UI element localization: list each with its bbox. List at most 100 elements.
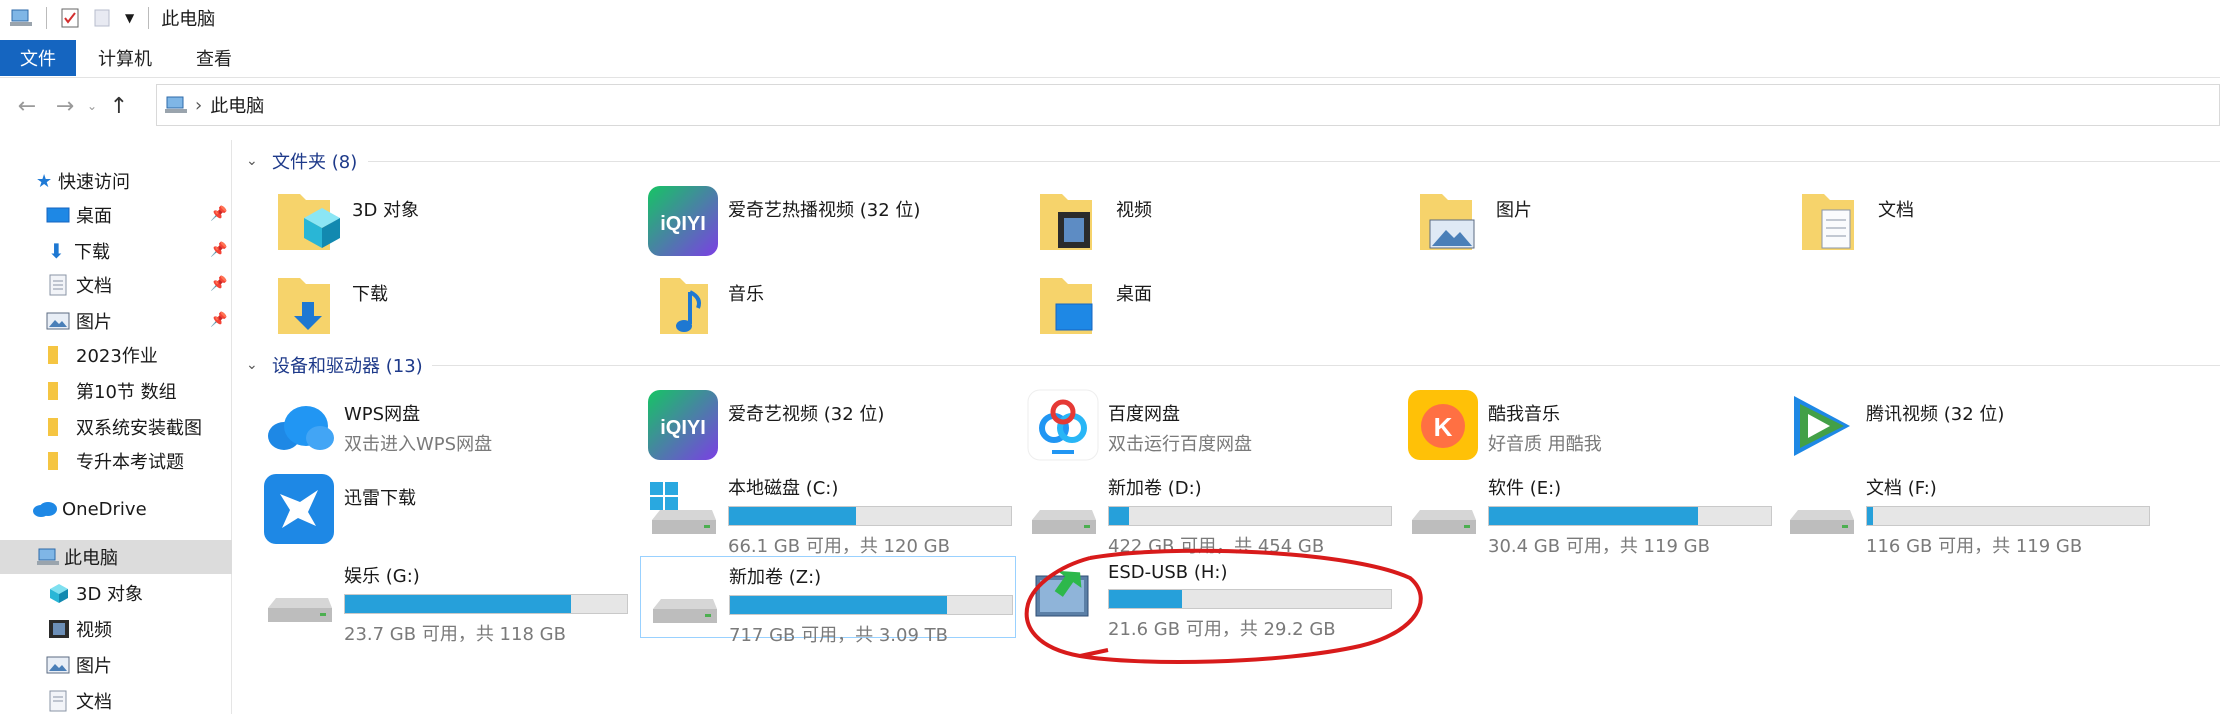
sidebar-item-3d-objects[interactable]: 3D 对象: [0, 576, 232, 610]
pin-icon[interactable]: 📌: [210, 242, 227, 258]
drive-free-space: 30.4 GB 可用，共 119 GB: [1488, 536, 1710, 557]
video-icon: [49, 620, 69, 638]
folder-icon: [48, 418, 58, 436]
folder-downloads[interactable]: 下载: [270, 268, 388, 354]
sidebar-item-documents[interactable]: 文档: [0, 684, 232, 718]
new-folder-icon[interactable]: [93, 8, 111, 28]
folder-name: 3D 对象: [352, 200, 420, 221]
address-bar[interactable]: › 此电脑: [156, 84, 2220, 126]
folder-music[interactable]: 音乐: [646, 268, 764, 354]
drive-usage-bar: [344, 594, 628, 614]
sidebar-item-label: 图片: [76, 656, 112, 677]
tab-computer[interactable]: 计算机: [76, 40, 174, 76]
device-xunlei[interactable]: 迅雷下载: [262, 472, 416, 558]
tab-file[interactable]: 文件: [0, 39, 76, 76]
tencent-video-icon: [1794, 396, 1850, 456]
sidebar-item-downloads[interactable]: ⬇ 下载 📌: [0, 234, 232, 268]
documents-icon: [49, 690, 67, 712]
drive-usage-fill: [1867, 507, 1873, 525]
drive-name: 新加卷 (D:): [1108, 478, 1202, 499]
pin-icon[interactable]: 📌: [210, 276, 227, 292]
device-kuwo[interactable]: K 酷我音乐 好音质 用酷我: [1406, 388, 1602, 474]
hard-drive-icon: [1032, 510, 1096, 534]
kuwo-icon: K: [1408, 390, 1478, 460]
folder-name: 下载: [352, 284, 388, 305]
sidebar-item-folder[interactable]: 专升本考试题: [0, 444, 232, 478]
device-baidu-netdisk[interactable]: 百度网盘 双击运行百度网盘: [1026, 388, 1252, 474]
recent-locations-button[interactable]: ⌄: [84, 87, 100, 125]
drive-c[interactable]: 本地磁盘 (C:) 66.1 GB 可用，共 120 GB: [646, 468, 1012, 557]
device-name: 酷我音乐: [1488, 404, 1560, 425]
section-divider: [368, 161, 2220, 162]
breadcrumb-this-pc[interactable]: 此电脑: [210, 92, 264, 118]
folder-videos[interactable]: 视频: [1034, 184, 1152, 270]
computer-icon: [165, 96, 187, 113]
sidebar-item-videos[interactable]: 视频: [0, 612, 232, 646]
drive-d[interactable]: 新加卷 (D:) 422 GB 可用，共 454 GB: [1026, 468, 1392, 557]
device-name: 爱奇艺视频 (32 位): [728, 404, 885, 425]
forward-button[interactable]: →: [46, 87, 84, 125]
star-icon: ★: [36, 170, 53, 192]
folder-3d-objects[interactable]: 3D 对象: [270, 184, 419, 270]
folder-iqiyi-hot[interactable]: iQIYI 爱奇艺热播视频 (32 位): [646, 184, 920, 270]
documents-icon: [49, 274, 67, 296]
breadcrumb-chevron-icon[interactable]: ›: [195, 95, 202, 116]
iqiyi-icon: iQIYI: [648, 390, 718, 460]
folder-pictures[interactable]: 图片: [1414, 184, 1532, 270]
sidebar-item-folder[interactable]: 第10节 数组: [0, 374, 232, 408]
iqiyi-icon: iQIYI: [648, 186, 718, 256]
collapse-chevron-icon[interactable]: ⌄: [246, 153, 264, 169]
sidebar-item-this-pc[interactable]: 此电脑: [0, 540, 232, 574]
device-name: WPS网盘: [344, 404, 421, 425]
sidebar-item-label: 下载: [74, 242, 110, 263]
download-folder-icon: [278, 278, 330, 334]
drive-name: 文档 (F:): [1866, 478, 1937, 499]
properties-icon[interactable]: [61, 8, 79, 28]
drive-e[interactable]: 软件 (E:) 30.4 GB 可用，共 119 GB: [1406, 468, 1772, 557]
customize-toolbar-chevron-icon[interactable]: ▼: [125, 11, 134, 25]
device-tencent-video[interactable]: 腾讯视频 (32 位): [1784, 388, 2004, 474]
desktop-icon: [46, 207, 70, 223]
folder-name: 爱奇艺热播视频 (32 位): [728, 200, 921, 221]
sidebar-item-pictures[interactable]: 图片: [0, 648, 232, 682]
drive-z[interactable]: 新加卷 (Z:) 717 GB 可用，共 3.09 TB: [640, 556, 1016, 646]
drive-f[interactable]: 文档 (F:) 116 GB 可用，共 119 GB: [1784, 468, 2150, 557]
toolbar-separator: [46, 7, 47, 29]
folder-icon: [48, 452, 58, 470]
drive-g[interactable]: 娱乐 (G:) 23.7 GB 可用，共 118 GB: [262, 556, 628, 645]
sidebar-item-label: 视频: [76, 620, 112, 641]
hard-drive-icon: [268, 598, 332, 622]
drive-name: 新加卷 (Z:): [729, 567, 822, 588]
sidebar-item-documents[interactable]: 文档 📌: [0, 268, 232, 302]
up-button[interactable]: ↑: [100, 87, 138, 125]
tab-view[interactable]: 查看: [174, 40, 254, 76]
folder-documents[interactable]: 文档: [1796, 184, 1914, 270]
sidebar-item-folder[interactable]: 2023作业: [0, 338, 232, 372]
svg-text:K: K: [1434, 412, 1453, 442]
ribbon-tabs: 文件 计算机 查看: [0, 38, 2220, 78]
back-button[interactable]: ←: [8, 87, 46, 125]
device-iqiyi[interactable]: iQIYI 爱奇艺视频 (32 位): [646, 388, 884, 474]
sidebar-item-folder[interactable]: 双系统安装截图: [0, 410, 232, 444]
sidebar-item-pictures[interactable]: 图片 📌: [0, 304, 232, 338]
sidebar-item-label: 文档: [76, 692, 112, 713]
folder-name: 音乐: [728, 284, 764, 305]
device-wps-cloud[interactable]: WPS网盘 双击进入WPS网盘: [262, 388, 492, 474]
drive-usage-fill: [1109, 507, 1129, 525]
sidebar-item-desktop[interactable]: 桌面 📌: [0, 198, 232, 232]
devices-section-header[interactable]: ⌄ 设备和驱动器 (13): [246, 350, 423, 380]
sidebar-item-quick-access[interactable]: ★ 快速访问: [0, 164, 232, 198]
sidebar-item-onedrive[interactable]: OneDrive: [0, 492, 232, 526]
collapse-chevron-icon[interactable]: ⌄: [246, 357, 264, 373]
folder-name: 图片: [1496, 200, 1532, 221]
sidebar-item-label: 3D 对象: [76, 584, 144, 605]
sidebar-item-label: 图片: [76, 312, 112, 333]
pin-icon[interactable]: 📌: [210, 312, 227, 328]
pin-icon[interactable]: 📌: [210, 206, 227, 222]
folder-desktop[interactable]: 桌面: [1034, 268, 1152, 354]
red-circle-annotation: [1024, 548, 1423, 664]
folders-section-header[interactable]: ⌄ 文件夹 (8): [246, 146, 357, 176]
desktop-folder-icon: [1040, 278, 1093, 334]
sidebar-item-label: OneDrive: [62, 498, 147, 520]
sidebar-item-label: 此电脑: [64, 548, 118, 569]
